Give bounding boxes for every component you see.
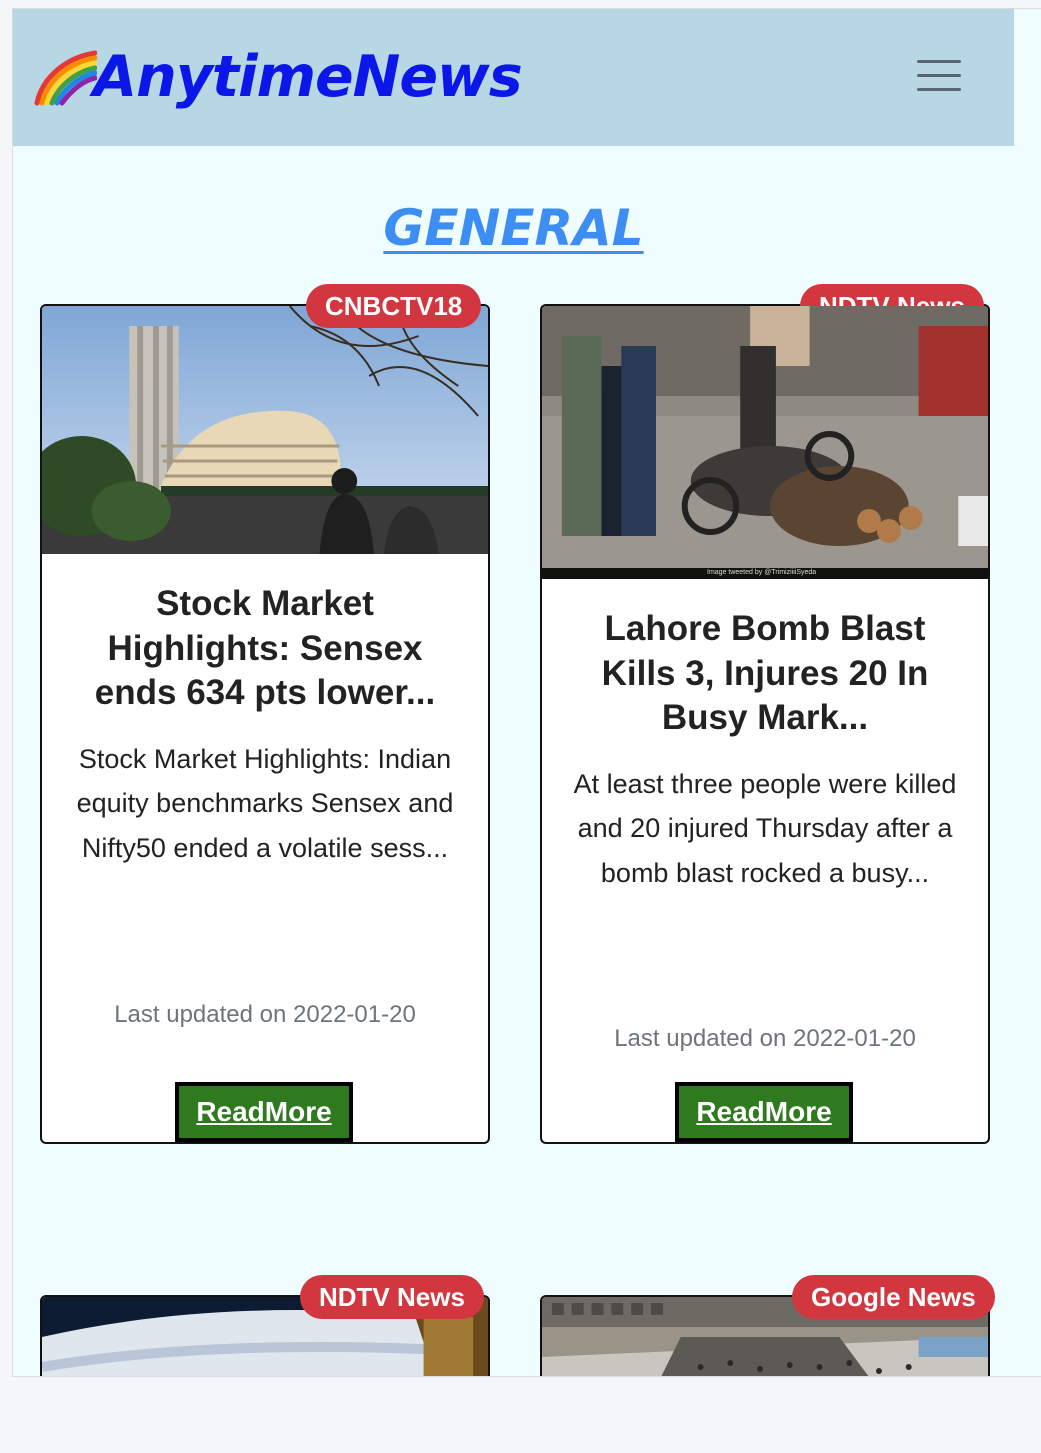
rainbow-icon: [34, 50, 97, 106]
hamburger-menu-icon[interactable]: [909, 54, 969, 98]
source-badge: CNBCTV18: [306, 284, 482, 328]
card-body: Stock Market Highlights: Sensex ends 634…: [42, 582, 488, 870]
news-image: [42, 306, 488, 554]
brand-name: AnytimeNews: [93, 44, 523, 110]
news-title: Lahore Bomb Blast Kills 3, Injures 20 In…: [601, 609, 929, 737]
navbar: AnytimeNews: [13, 9, 1014, 146]
news-image: Image tweeted by @TrimiziiiiSyeda: [542, 306, 988, 579]
brand-link[interactable]: AnytimeNews: [33, 44, 523, 110]
browser-viewport: AnytimeNews GENERAL CNBCTV18 Stock Marke…: [12, 8, 1041, 1377]
news-title: Stock Market Highlights: Sensex ends 634…: [94, 584, 436, 712]
category-title: GENERAL: [383, 199, 644, 257]
read-more-button[interactable]: ReadMore: [675, 1082, 853, 1142]
news-description: Stock Market Highlights: Indian equity b…: [76, 743, 454, 863]
last-updated: Last updated on 2022-01-20: [614, 1025, 916, 1052]
source-badge: NDTV News: [300, 1275, 484, 1319]
news-card: CNBCTV18 Stock Market Highlights: Sensex…: [40, 284, 490, 1144]
last-updated: Last updated on 2022-01-20: [114, 1001, 416, 1028]
news-card: NDTV News Ima: [540, 284, 990, 1144]
news-card: Google News: [540, 1275, 995, 1376]
news-description: At least three people were killed and 20…: [573, 768, 957, 888]
news-card: NDTV News: [40, 1275, 490, 1376]
source-badge: Google News: [792, 1275, 995, 1319]
read-more-button[interactable]: ReadMore: [175, 1082, 353, 1142]
card-body: Lahore Bomb Blast Kills 3, Injures 20 In…: [542, 607, 988, 895]
image-caption: Image tweeted by @TrimiziiiiSyeda: [707, 569, 817, 576]
